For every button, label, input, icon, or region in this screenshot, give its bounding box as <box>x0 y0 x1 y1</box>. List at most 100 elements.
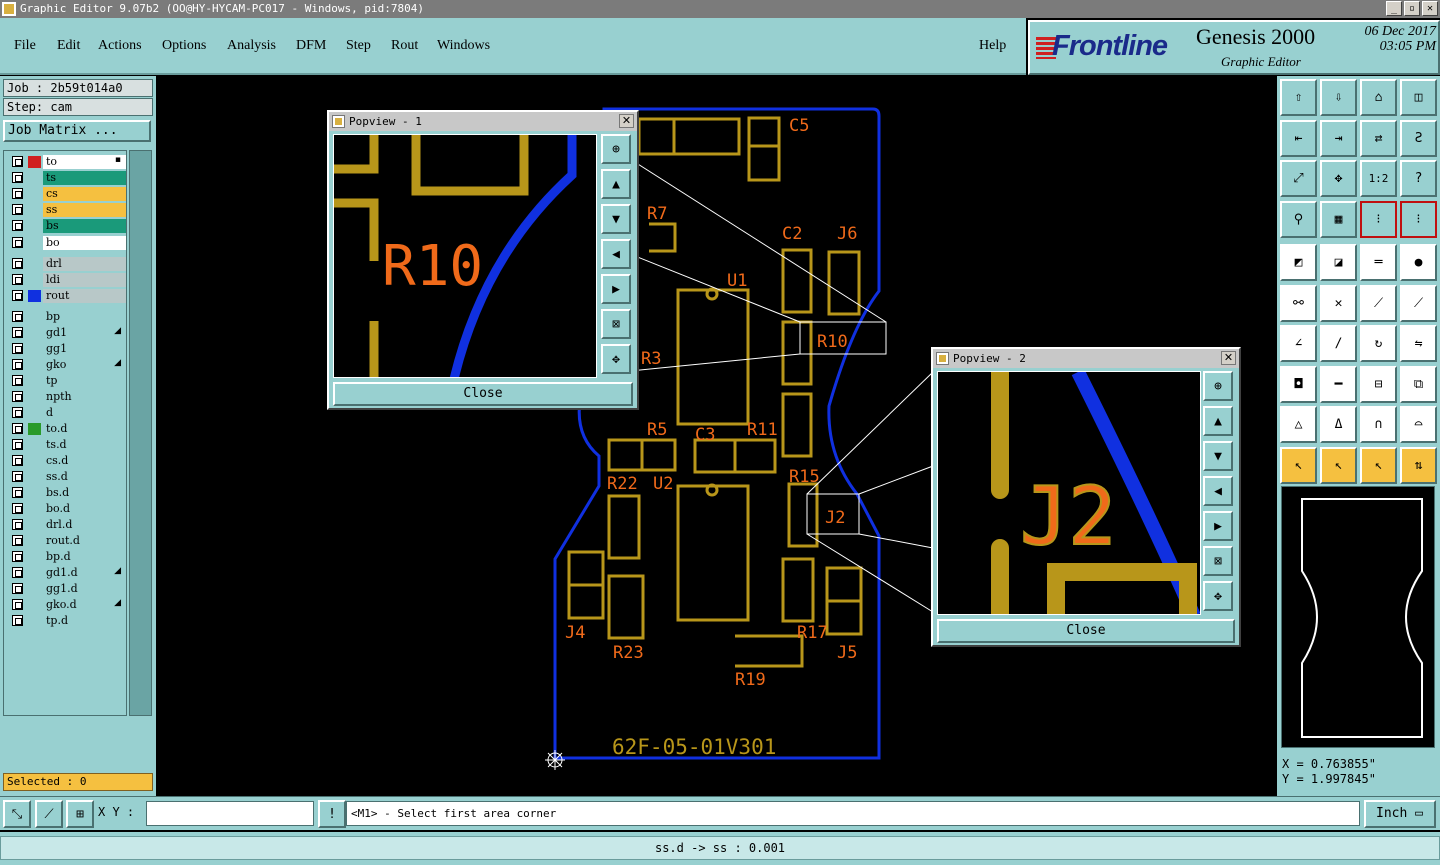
color-icon[interactable]: ◪ <box>1320 244 1357 281</box>
layer-checkbox[interactable] <box>12 406 23 418</box>
layer-row[interactable]: bs.d <box>8 485 126 500</box>
unit-selector[interactable]: Inch ▭ <box>1364 800 1436 828</box>
close-window-button[interactable]: ✕ <box>1422 1 1438 16</box>
layer-checkbox[interactable] <box>12 566 23 578</box>
layer-row[interactable]: bo.d <box>8 501 126 516</box>
layer-name[interactable]: to <box>43 155 126 169</box>
layer-checkbox[interactable] <box>12 204 23 216</box>
layer-row[interactable]: to ▪ <box>8 155 126 169</box>
pointer-box-icon[interactable]: ↖ <box>1320 446 1357 484</box>
layer-checkbox[interactable] <box>12 470 23 482</box>
measure-tool-icon[interactable]: ⚲ <box>1280 200 1317 238</box>
layer-checkbox[interactable] <box>12 486 23 498</box>
menu-help[interactable]: Help <box>979 38 1006 54</box>
graphic-canvas[interactable]: C5 R7 C2 J6 U1 R10 R3 R5 C3 R11 R15 R22 U2 J2 J4 R23 R17… <box>157 76 1276 796</box>
layer-checkbox[interactable] <box>12 257 23 269</box>
popview-pan-right-icon[interactable]: ▶ <box>601 274 631 304</box>
job-matrix-button[interactable]: Job Matrix ... <box>3 120 151 142</box>
layer-name[interactable]: rout <box>43 288 126 303</box>
layer-name[interactable]: d <box>43 405 126 420</box>
snap-grid-icon[interactable]: ⊞ <box>66 800 94 828</box>
layer-row[interactable]: ts.d <box>8 437 126 452</box>
layout-icon[interactable]: ◫ <box>1400 79 1437 116</box>
layer-name[interactable]: bo <box>43 235 126 250</box>
layer-name[interactable]: ss.d <box>43 469 126 484</box>
layer-name[interactable]: ldi <box>43 272 126 287</box>
layer-checkbox[interactable] <box>12 342 23 354</box>
minus-icon[interactable]: ━ <box>1320 365 1357 403</box>
menu-windows[interactable]: Windows <box>437 38 490 54</box>
popview-center-icon[interactable]: ✥ <box>1203 581 1233 611</box>
minimize-button[interactable]: _ <box>1386 1 1402 16</box>
zoom-area-icon[interactable]: ⤡ <box>3 800 31 828</box>
layer-name[interactable]: ss <box>43 203 126 218</box>
layer-row[interactable]: bp <box>8 309 126 324</box>
cross-icon[interactable]: ✕ <box>1320 284 1357 322</box>
overview-map[interactable] <box>1281 486 1435 748</box>
rotate-icon[interactable]: ↻ <box>1360 325 1397 362</box>
popview-pan-right-icon[interactable]: ▶ <box>1203 511 1233 541</box>
popview-pan-down-icon[interactable]: ▼ <box>601 204 631 234</box>
layer-name[interactable]: cs <box>43 187 126 202</box>
popview-pan-left-icon[interactable]: ◀ <box>601 239 631 269</box>
popview-zoom-in-icon[interactable]: ⊕ <box>601 134 631 164</box>
layer-name[interactable]: bs.d <box>43 485 126 500</box>
measure-icon[interactable]: ⟋ <box>35 800 63 828</box>
layer-row[interactable]: gko ◢ <box>8 357 126 372</box>
snap-red-icon[interactable]: ⁝ <box>1360 200 1397 238</box>
popview-1-close-x[interactable]: ✕ <box>619 114 634 128</box>
maximize-button[interactable]: ▫ <box>1404 1 1420 16</box>
layer-row[interactable]: gd1.d ◢ <box>8 565 126 580</box>
layer-row[interactable]: ss.d <box>8 469 126 484</box>
layer-row[interactable]: bp.d <box>8 549 126 564</box>
menu-edit[interactable]: Edit <box>57 38 80 54</box>
menu-step[interactable]: Step <box>346 38 371 54</box>
zigzag-icon[interactable]: Ƨ <box>1400 119 1437 157</box>
triangle-a-icon[interactable]: Δ <box>1320 406 1357 443</box>
menu-file[interactable]: File <box>14 38 36 54</box>
layer-row[interactable]: gg1 <box>8 341 126 356</box>
slash-icon[interactable]: ∕ <box>1320 325 1357 362</box>
menu-analysis[interactable]: Analysis <box>227 38 276 54</box>
layer-row[interactable]: drl <box>8 256 126 271</box>
layer-color-swatch[interactable] <box>28 422 41 435</box>
layer-checkbox[interactable] <box>12 220 23 232</box>
layer-checkbox[interactable] <box>12 374 23 386</box>
connect-icon[interactable]: ⚯ <box>1280 284 1317 322</box>
layer-row[interactable]: bs <box>8 219 126 234</box>
layer-checkbox[interactable] <box>12 534 23 546</box>
layer-checkbox[interactable] <box>12 358 23 370</box>
layer-row[interactable]: tp <box>8 373 126 388</box>
layer-name[interactable]: bp.d <box>43 549 126 564</box>
line-blue-icon[interactable]: ⟋ <box>1400 284 1437 322</box>
layer-checkbox[interactable] <box>12 326 23 338</box>
layer-name[interactable]: bs <box>43 219 126 234</box>
layer-checkbox[interactable] <box>12 236 23 248</box>
popview-pan-up-icon[interactable]: ▲ <box>1203 406 1233 436</box>
layer-checkbox[interactable] <box>12 188 23 200</box>
help-icon[interactable]: ? <box>1400 160 1437 197</box>
layer-name[interactable]: drl <box>43 256 126 271</box>
layer-row[interactable]: to.d <box>8 421 126 436</box>
layer-name[interactable]: npth <box>43 389 126 404</box>
layer-name[interactable]: ts.d <box>43 437 126 452</box>
layer-row[interactable]: tp.d <box>8 613 126 628</box>
layer-name[interactable]: to.d <box>43 421 126 436</box>
menu-options[interactable]: Options <box>162 38 206 54</box>
pan-left-icon[interactable]: ⇤ <box>1280 119 1317 157</box>
layer-checkbox[interactable] <box>12 614 23 626</box>
layer-row[interactable]: d <box>8 405 126 420</box>
layer-name[interactable]: tp.d <box>43 613 126 628</box>
home-icon[interactable]: ⌂ <box>1360 79 1397 116</box>
layer-checkbox[interactable] <box>12 550 23 562</box>
triangle-icon[interactable]: △ <box>1280 406 1317 443</box>
layer-name[interactable]: cs.d <box>43 453 126 468</box>
layer-row[interactable]: gd1 ◢ <box>8 325 126 340</box>
menu-rout[interactable]: Rout <box>391 38 418 54</box>
frame-icon[interactable]: ⊟ <box>1360 365 1397 403</box>
layer-row[interactable]: ldi <box>8 272 126 287</box>
dot-select-icon[interactable]: ● <box>1400 244 1437 281</box>
layer-name[interactable]: bp <box>43 309 126 324</box>
layer-name[interactable]: drl.d <box>43 517 126 532</box>
layer-name[interactable]: gg1.d <box>43 581 126 596</box>
